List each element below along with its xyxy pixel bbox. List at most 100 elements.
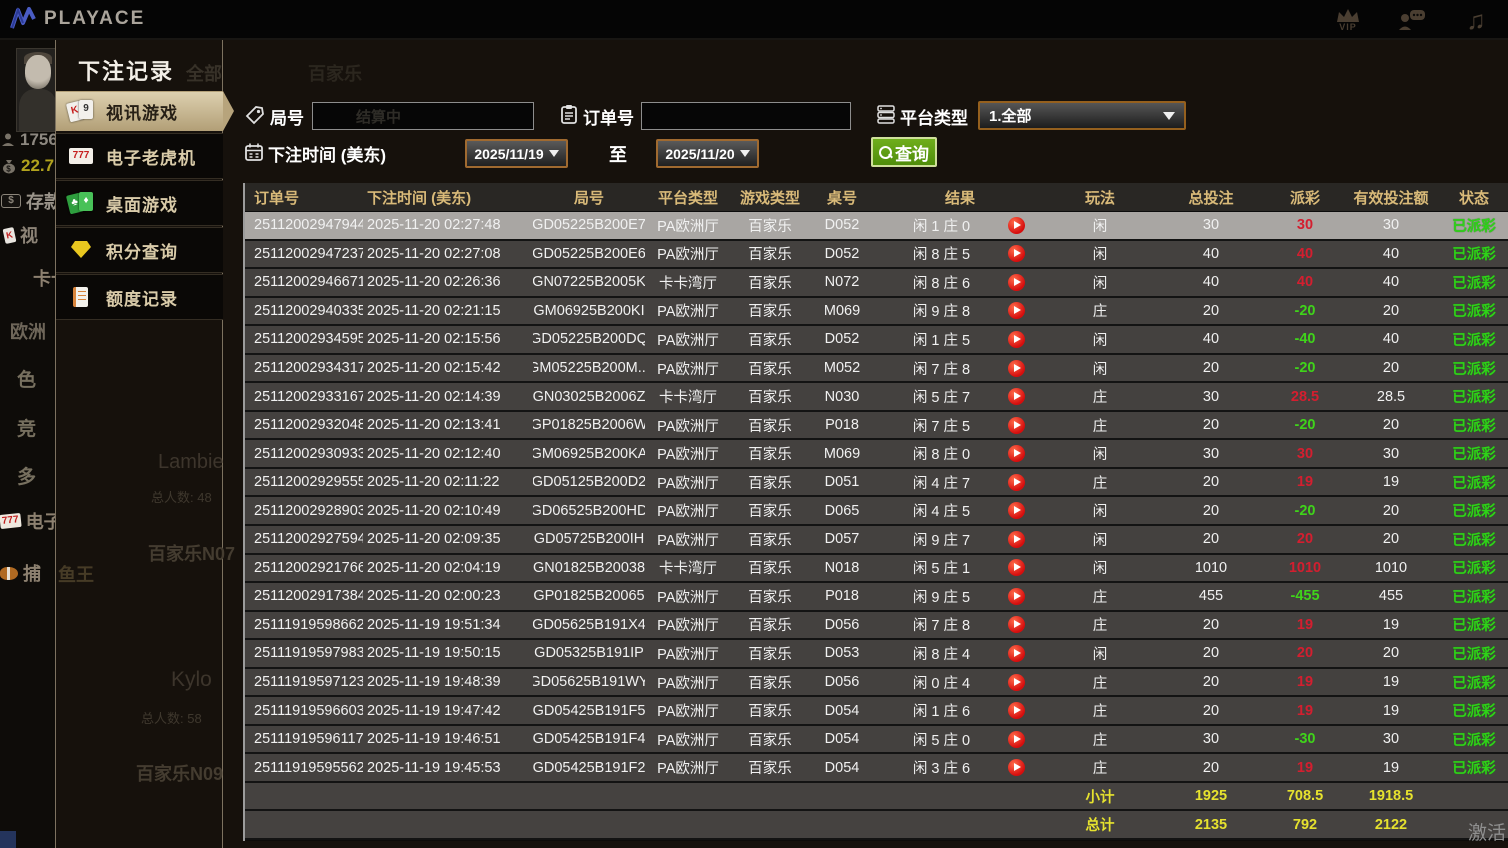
cell-total-bet: 30: [1155, 726, 1267, 753]
col-header-valid-bet[interactable]: 有效投注额: [1343, 183, 1439, 211]
lobby-video-games[interactable]: K 视: [4, 222, 38, 248]
sidebar-item-quota-records[interactable]: 额度记录: [56, 274, 223, 320]
cell-order-no: 251119195966032: [245, 697, 363, 724]
table-row[interactable]: 251119195979831 2025-11-19 19:50:15 GD05…: [245, 640, 1508, 669]
table-row[interactable]: 251120029320486 2025-11-20 02:13:41 GP01…: [245, 412, 1508, 441]
sidebar-item-slots[interactable]: 777 电子老虎机: [56, 133, 223, 179]
cell-status: 已派彩: [1439, 212, 1508, 239]
play-video-icon[interactable]: [1008, 702, 1025, 719]
play-video-icon[interactable]: [1008, 759, 1025, 776]
table-row[interactable]: 251120029275943 2025-11-20 02:09:35 GD05…: [245, 526, 1508, 555]
sidebar-item-table-games[interactable]: ♣♦ 桌面游戏: [56, 180, 223, 226]
order-no-input[interactable]: [641, 102, 851, 130]
date-from-picker[interactable]: 2025/11/19: [465, 139, 568, 168]
table-row[interactable]: 251119195971235 2025-11-19 19:48:39 GD05…: [245, 669, 1508, 698]
play-video-icon[interactable]: [1008, 645, 1025, 662]
play-video-icon[interactable]: [1008, 474, 1025, 491]
col-header-game-type[interactable]: 游戏类型: [731, 183, 809, 211]
col-header-result[interactable]: 结果: [875, 183, 1045, 211]
cell-valid-bet: 19: [1343, 669, 1439, 696]
col-header-round-no[interactable]: 局号: [533, 183, 645, 211]
play-video-icon[interactable]: [1008, 502, 1025, 519]
cell-platform: PA欧洲厅: [645, 298, 731, 325]
cell-game-type: 百家乐: [731, 212, 809, 239]
cell-result: 闲 4 庄 7: [875, 469, 1045, 496]
play-video-icon[interactable]: [1008, 388, 1025, 405]
play-video-icon[interactable]: [1008, 559, 1025, 576]
col-header-bet-type[interactable]: 玩法: [1045, 183, 1155, 211]
col-header-table-no[interactable]: 桌号: [809, 183, 875, 211]
lobby-slots[interactable]: 777 电子: [0, 508, 62, 534]
play-video-icon[interactable]: [1008, 302, 1025, 319]
deposit-button[interactable]: $ 存款: [1, 188, 62, 214]
customer-service-button[interactable]: [1392, 2, 1432, 38]
play-video-icon[interactable]: [1008, 331, 1025, 348]
vip-button[interactable]: VIP: [1328, 2, 1368, 38]
table-row[interactable]: 251120029217661 2025-11-20 02:04:19 GN01…: [245, 555, 1508, 584]
lobby-europe[interactable]: 欧洲: [10, 318, 46, 344]
cell-valid-bet: 20: [1343, 640, 1439, 667]
lobby-duotai[interactable]: 多: [17, 462, 36, 489]
table-row[interactable]: 251120029466718 2025-11-20 02:26:36 GN07…: [245, 269, 1508, 298]
search-button[interactable]: 查询: [871, 137, 937, 167]
sidebar-item-points-query[interactable]: 积分查询: [56, 227, 223, 273]
brand-logo[interactable]: PLAYACE: [10, 7, 145, 31]
cell-round-no: GN01825B20038: [533, 555, 645, 582]
table-row[interactable]: 251119195955622 2025-11-19 19:45:53 GD05…: [245, 754, 1508, 783]
cell-order-no: 251120029173848: [245, 583, 363, 610]
col-header-payout[interactable]: 派彩: [1267, 183, 1343, 211]
col-header-status[interactable]: 状态: [1439, 183, 1508, 211]
play-video-icon[interactable]: [1008, 360, 1025, 377]
avatar[interactable]: [16, 48, 58, 132]
col-header-bet-time[interactable]: 下注时间 (美东): [363, 183, 533, 211]
play-video-icon[interactable]: [1008, 274, 1025, 291]
cell-round-no: GD06525B200HD: [533, 497, 645, 524]
cell-order-no: 251120029320486: [245, 412, 363, 439]
cell-result: 闲 8 庄 5: [875, 241, 1045, 268]
date-to-picker[interactable]: 2025/11/20: [656, 139, 759, 168]
table-row[interactable]: 251120029403359 2025-11-20 02:21:15 GM06…: [245, 298, 1508, 327]
round-no-input[interactable]: [312, 102, 534, 130]
col-header-platform[interactable]: 平台类型: [645, 183, 731, 211]
table-row[interactable]: 251119195961176 2025-11-19 19:46:51 GD05…: [245, 726, 1508, 755]
play-video-icon[interactable]: [1008, 417, 1025, 434]
table-row[interactable]: 251120029295557 2025-11-20 02:11:22 GD05…: [245, 469, 1508, 498]
table-row[interactable]: 251119195986626 2025-11-19 19:51:34 GD05…: [245, 612, 1508, 641]
table-row[interactable]: 251120029345959 2025-11-20 02:15:56 GD05…: [245, 326, 1508, 355]
play-video-icon[interactable]: [1008, 531, 1025, 548]
diamond-icon: [67, 237, 97, 263]
play-video-icon[interactable]: [1008, 588, 1025, 605]
table-row[interactable]: 251120029472370 2025-11-20 02:27:08 GD05…: [245, 241, 1508, 270]
lobby-jingmi[interactable]: 竞: [17, 414, 36, 441]
cell-bet-time: 2025-11-20 02:04:19: [363, 555, 533, 582]
play-video-icon[interactable]: [1008, 217, 1025, 234]
cell-bet-type: 闲: [1045, 241, 1155, 268]
lobby-fishing[interactable]: 捕: [0, 560, 41, 586]
play-video-icon[interactable]: [1008, 445, 1025, 462]
table-row[interactable]: 251119195966032 2025-11-19 19:47:42 GD05…: [245, 697, 1508, 726]
cell-status: 已派彩: [1439, 469, 1508, 496]
cell-result: 闲 8 庄 6: [875, 269, 1045, 296]
col-header-total-bet[interactable]: 总投注: [1155, 183, 1267, 211]
sidebar-item-live-games[interactable]: K9 视讯游戏: [56, 91, 223, 131]
ghost-fish-label: 鱼王: [58, 561, 94, 587]
platform-type-dropdown[interactable]: 1.全部: [978, 101, 1186, 130]
table-row[interactable]: 251120029289033 2025-11-20 02:10:49 GD06…: [245, 497, 1508, 526]
play-video-icon[interactable]: [1008, 731, 1025, 748]
play-video-icon[interactable]: [1008, 245, 1025, 262]
cell-bet-time: 2025-11-20 02:21:15: [363, 298, 533, 325]
play-video-icon[interactable]: [1008, 616, 1025, 633]
table-row[interactable]: 251120029173848 2025-11-20 02:00:23 GP01…: [245, 583, 1508, 612]
subtotal-valid-bet: 1918.5: [1343, 783, 1439, 810]
lobby-sedie[interactable]: 色: [17, 365, 36, 392]
cell-game-type: 百家乐: [731, 612, 809, 639]
table-row[interactable]: 251120029479442 2025-11-20 02:27:48 GD05…: [245, 212, 1508, 241]
table-row[interactable]: 251120029309339 2025-11-20 02:12:40 GM06…: [245, 440, 1508, 469]
cell-total-bet: 40: [1155, 326, 1267, 353]
cell-payout: 40: [1267, 241, 1343, 268]
table-row[interactable]: 251120029331672 2025-11-20 02:14:39 GN03…: [245, 383, 1508, 412]
music-button[interactable]: ♫: [1456, 2, 1496, 38]
play-video-icon[interactable]: [1008, 674, 1025, 691]
col-header-order-no[interactable]: 订单号: [245, 183, 363, 211]
table-row[interactable]: 251120029343177 2025-11-20 02:15:42 GM05…: [245, 355, 1508, 384]
